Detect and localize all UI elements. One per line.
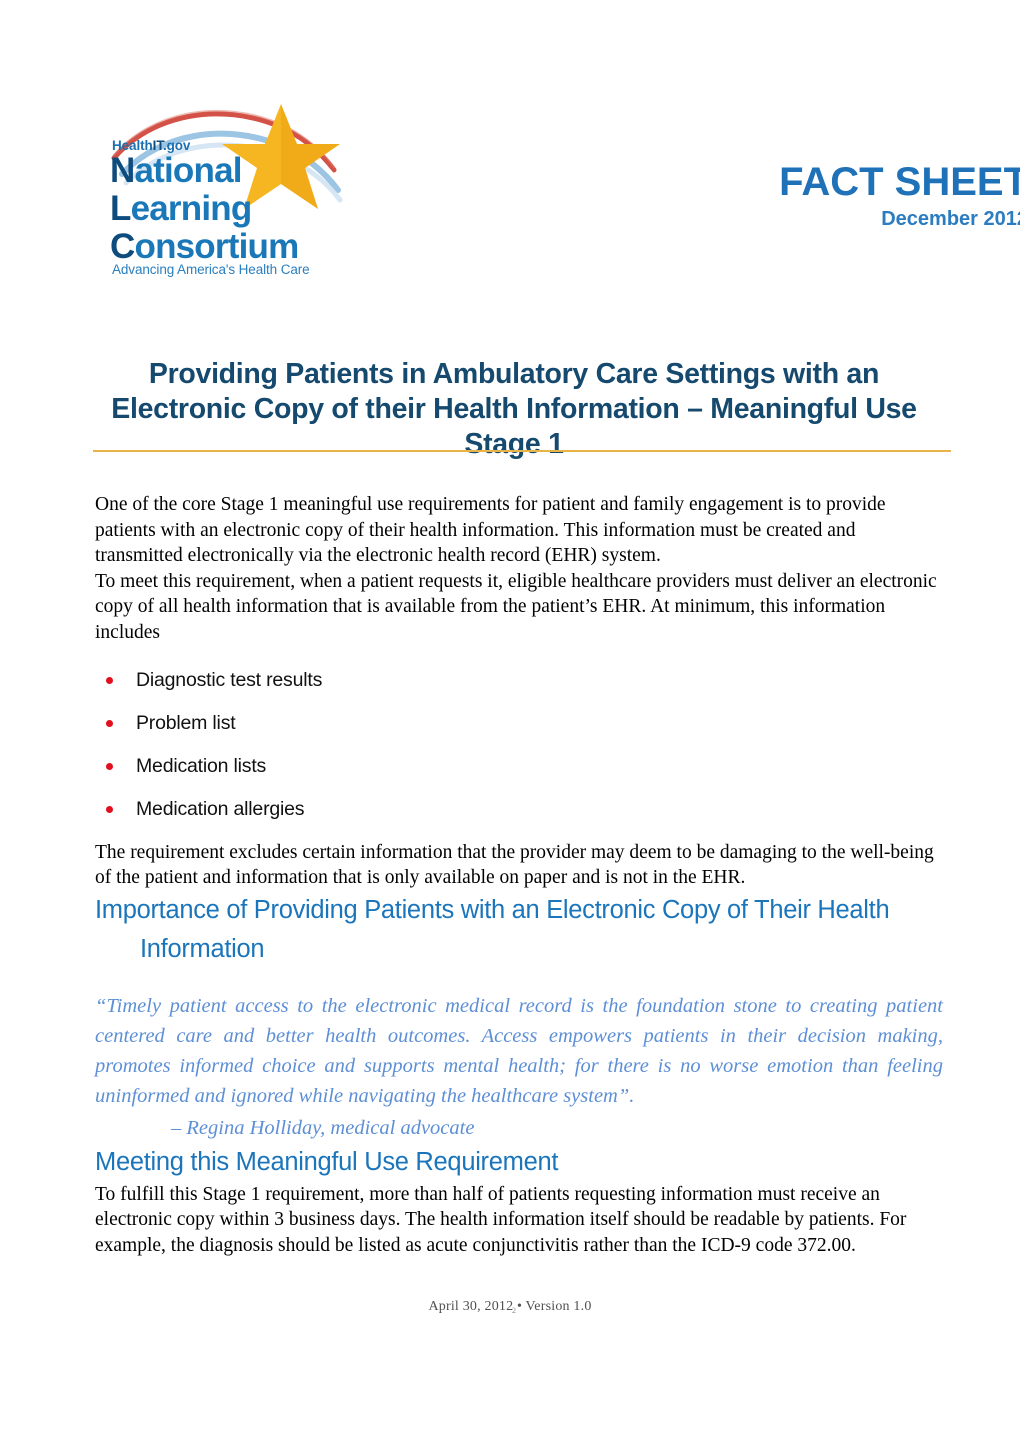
logo-line-consortium: Consortium xyxy=(110,227,299,266)
list-item: Diagnostic test results xyxy=(95,668,953,692)
logo-wordmark: National Learning Consortium xyxy=(110,152,299,266)
bullet-dot-icon xyxy=(106,762,113,770)
page-title: Providing Patients in Ambulatory Care Se… xyxy=(111,358,917,461)
final-paragraph: To fulfill this Stage 1 requirement, mor… xyxy=(95,1183,907,1256)
page-footer: April 30, 2012 • Version 1.0 2 xyxy=(0,1298,1020,1316)
logo-line-learning: Learning xyxy=(110,190,298,228)
logo-rest-consortium: onsortium xyxy=(134,227,299,266)
pull-quote-attribution: – Regina Holliday, medical advocate xyxy=(171,1116,475,1139)
bullet-dot-icon xyxy=(106,676,113,684)
intro-paragraph: One of the core Stage 1 meaningful use r… xyxy=(95,494,937,643)
bullet-dot-icon xyxy=(106,719,113,727)
document-page: HealthIT.gov National Learning Consortiu… xyxy=(0,0,1020,1443)
pull-quote: “Timely patient access to the electronic… xyxy=(95,994,943,1107)
list-item-label: Medication allergies xyxy=(136,797,305,820)
section-heading-importance: Importance of Providing Patients with an… xyxy=(95,891,925,969)
logo-rest-national: ational xyxy=(134,151,242,190)
fact-sheet-label: FACT SHEET xyxy=(779,160,1020,204)
fact-sheet-header: FACT SHEET December 2012 xyxy=(779,160,1020,232)
list-item-label: Diagnostic test results xyxy=(136,668,323,691)
logo-cap-l: L xyxy=(110,189,131,228)
document-body: One of the core Stage 1 meaningful use r… xyxy=(95,492,953,1259)
list-item: Medication allergies xyxy=(95,797,953,821)
list-item-label: Medication lists xyxy=(136,754,267,777)
list-item: Problem list xyxy=(95,711,953,735)
exclusion-paragraph: The requirement excludes certain informa… xyxy=(95,841,934,889)
logo-line-national: National xyxy=(110,152,298,190)
logo-rest-learning: earning xyxy=(130,189,253,228)
nlc-logo: HealthIT.gov National Learning Consortiu… xyxy=(108,104,448,289)
list-item-label: Problem list xyxy=(136,711,236,734)
requirements-list: Diagnostic test results Problem list Med… xyxy=(95,668,953,821)
section-heading-importance-line2: Information xyxy=(140,934,265,963)
title-divider xyxy=(93,450,951,452)
fact-sheet-date: December 2012 xyxy=(881,208,1020,230)
bullet-dot-icon xyxy=(106,805,113,813)
section-heading-meeting: Meeting this Meaningful Use Requirement xyxy=(95,1147,559,1176)
logo-cap-n: N xyxy=(110,151,135,190)
list-item: Medication lists xyxy=(95,754,953,778)
page-header: HealthIT.gov National Learning Consortiu… xyxy=(0,0,1020,300)
footer-page-number: 2 xyxy=(512,1306,516,1315)
section-heading-importance-line1: Importance of Providing Patients with an… xyxy=(95,895,890,924)
logo-cap-c: C xyxy=(110,227,135,266)
logo-tagline: Advancing America's Health Care xyxy=(112,262,310,277)
